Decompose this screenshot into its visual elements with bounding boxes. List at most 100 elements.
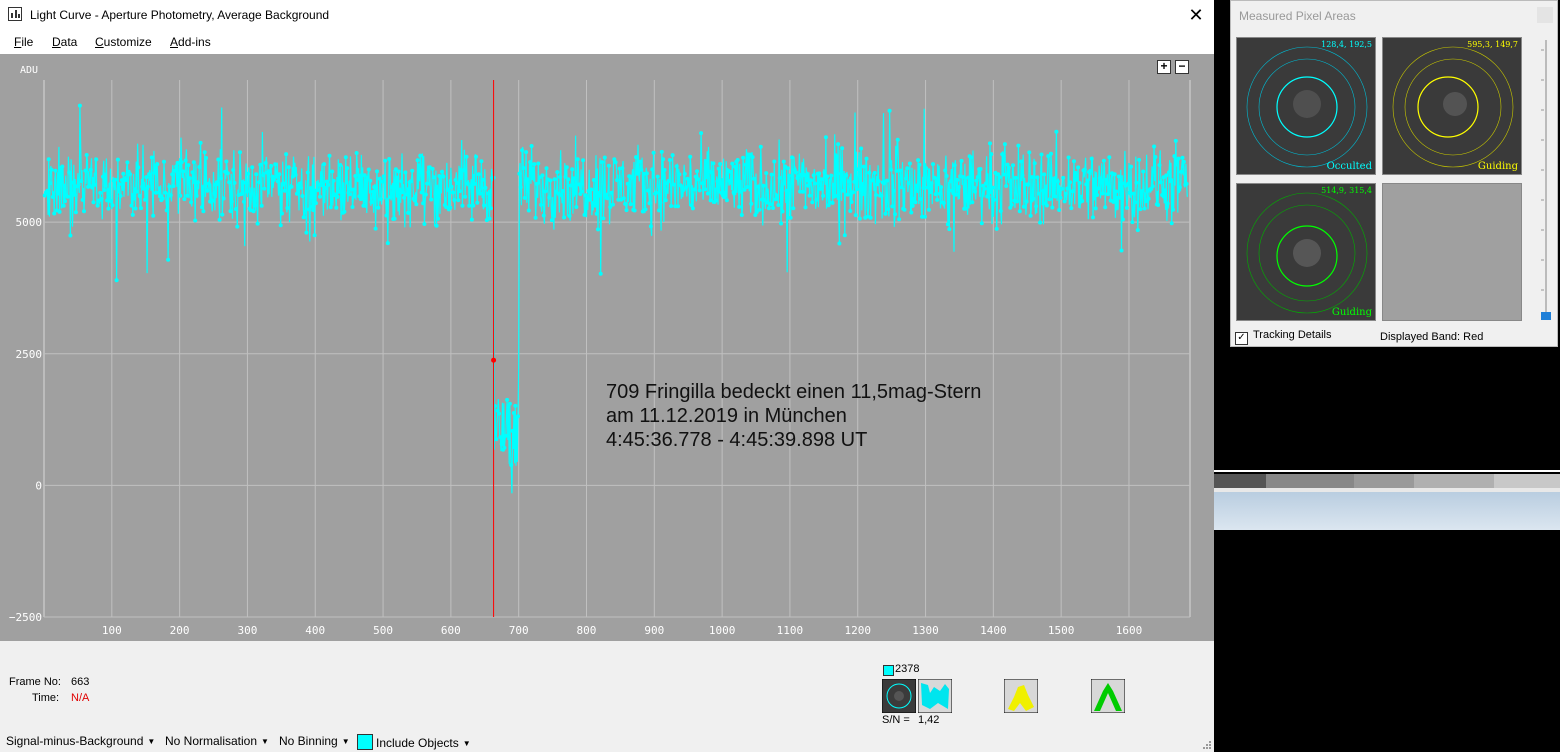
data-point <box>179 160 184 165</box>
data-point <box>686 178 691 183</box>
checkbox-check-icon[interactable]: ✓ <box>1235 332 1248 345</box>
data-point <box>312 233 317 238</box>
data-point <box>639 167 644 172</box>
data-point <box>171 184 176 188</box>
data-point <box>716 166 721 171</box>
data-point <box>714 198 718 203</box>
data-point <box>559 193 564 198</box>
binning-dropdown[interactable]: No Binning ▼ <box>279 734 350 748</box>
resize-grip-icon[interactable] <box>1202 740 1212 750</box>
yellow-pixel-map-thumbnail[interactable] <box>1004 679 1038 713</box>
data-point <box>905 166 910 171</box>
data-point <box>483 185 488 190</box>
cyan-pixel-map-thumbnail[interactable] <box>918 679 952 713</box>
data-point <box>308 186 313 191</box>
star-panel-guiding-1[interactable]: 595,3, 149,7 Guiding <box>1382 37 1522 175</box>
menu-file[interactable]: File <box>14 35 33 49</box>
data-point <box>804 178 809 183</box>
data-point <box>373 226 378 231</box>
data-point <box>338 163 343 167</box>
green-pixel-map-thumbnail[interactable] <box>1091 679 1125 713</box>
data-point <box>174 164 179 169</box>
data-point <box>160 196 165 201</box>
data-point <box>695 169 699 174</box>
data-point <box>384 213 389 218</box>
data-point <box>1004 184 1009 188</box>
data-point <box>1058 195 1063 200</box>
tracking-details-checkbox[interactable]: ✓ Tracking Details <box>1235 329 1331 345</box>
include-objects-dropdown[interactable]: Include Objects ▼ <box>357 734 471 750</box>
chart-app-icon <box>8 7 22 21</box>
zoom-out-button[interactable]: − <box>1175 60 1189 74</box>
x-tick-label: 1400 <box>980 624 1007 637</box>
data-point <box>330 169 335 174</box>
data-point <box>692 187 697 192</box>
band-slider[interactable] <box>1541 40 1551 320</box>
data-point <box>221 196 226 201</box>
normalisation-dropdown[interactable]: No Normalisation ▼ <box>165 734 269 748</box>
data-point <box>810 200 815 205</box>
data-point <box>482 203 487 208</box>
data-point <box>449 184 454 189</box>
data-point <box>1028 213 1033 218</box>
panel-close-button[interactable] <box>1537 7 1553 23</box>
data-point <box>814 197 819 202</box>
data-point <box>1172 154 1177 159</box>
light-curve-chart[interactable]: 100 200 300 400 500 600 700 800 900 1000 1100 1200 1… <box>0 54 1214 641</box>
data-point <box>1009 202 1014 207</box>
data-point <box>750 155 755 160</box>
zoom-in-button[interactable]: + <box>1157 60 1171 74</box>
data-point <box>644 171 649 176</box>
menu-add-ins[interactable]: Add-ins <box>170 35 211 49</box>
data-point <box>638 159 643 164</box>
data-point <box>1114 189 1119 194</box>
data-point <box>986 194 991 199</box>
data-point <box>282 188 287 193</box>
occulted-star-thumbnail[interactable] <box>882 679 916 713</box>
data-point <box>868 215 873 220</box>
data-point <box>777 175 782 180</box>
data-point <box>510 428 515 433</box>
data-point <box>941 201 946 205</box>
data-point <box>1044 203 1049 208</box>
star-panel-guiding-2[interactable]: 514,9, 315,4 Guiding <box>1236 183 1376 321</box>
data-point <box>509 463 514 467</box>
y-tick-label: 0 <box>35 479 42 492</box>
data-point <box>328 205 333 210</box>
light-curve-plot[interactable]: 100 200 300 400 500 600 700 800 900 1000 1100 1200 1… <box>0 54 1214 641</box>
data-point <box>52 211 57 216</box>
data-point <box>243 180 248 185</box>
data-point <box>516 414 520 419</box>
data-point <box>771 206 775 210</box>
data-point <box>784 188 789 193</box>
data-point <box>591 178 596 182</box>
data-point <box>536 161 541 166</box>
data-point <box>399 179 404 184</box>
data-point <box>303 209 308 214</box>
data-point <box>917 162 922 167</box>
close-icon[interactable]: ✕ <box>1184 3 1208 27</box>
data-point <box>935 197 940 202</box>
data-point <box>311 208 316 213</box>
data-point <box>836 142 841 147</box>
data-point <box>856 167 861 172</box>
data-point <box>156 190 161 195</box>
data-point <box>688 154 693 159</box>
star-role-label: Guiding <box>1477 161 1518 172</box>
data-point <box>488 206 493 211</box>
data-point <box>727 179 732 184</box>
menu-customize[interactable]: Customize <box>95 35 152 49</box>
data-point <box>825 174 830 179</box>
data-point <box>511 411 516 415</box>
data-point <box>577 182 581 187</box>
data-point <box>893 212 897 217</box>
data-point <box>669 204 674 208</box>
star-panel-occulted[interactable]: 128,4, 192,5 Occulted <box>1236 37 1376 175</box>
menu-data[interactable]: Data <box>52 35 77 49</box>
star-coords: 514,9, 315,4 <box>1321 186 1372 195</box>
data-point <box>383 158 388 163</box>
data-point <box>440 169 444 174</box>
time-label: Time: <box>32 692 60 704</box>
data-point <box>890 204 895 209</box>
signal-dropdown[interactable]: Signal-minus-Background ▼ <box>6 734 155 748</box>
